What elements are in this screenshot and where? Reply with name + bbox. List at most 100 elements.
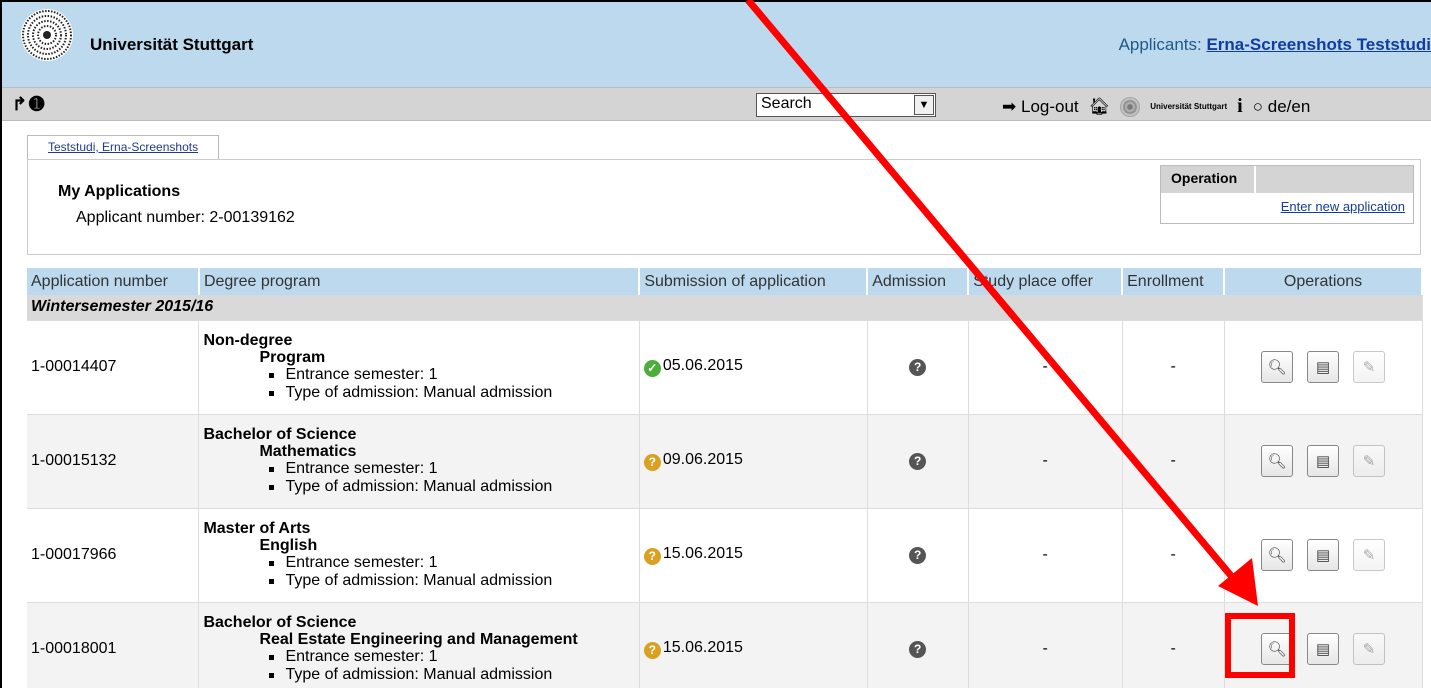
application-number: 1-00018001 (27, 602, 200, 688)
entrance-semester: Entrance semester: 1 (203, 366, 634, 384)
entrance-semester: Entrance semester: 1 (203, 460, 634, 478)
admission-type: Type of admission: Manual admission (203, 478, 634, 496)
col-degree-program: Degree program (198, 268, 641, 295)
question-icon: ? (909, 547, 927, 564)
home-icon[interactable]: 🏠︎ (1089, 97, 1111, 117)
operation-box: Operation Enter new application (1160, 165, 1414, 224)
view-application-button[interactable]: 🔍︎ (1261, 351, 1294, 383)
university-logo-icon (21, 9, 73, 61)
print-application-button[interactable]: ▤ (1307, 351, 1340, 383)
admission-cell: ? (867, 602, 969, 688)
entrance-semester: Entrance semester: 1 (203, 648, 634, 666)
question-icon: ? (643, 454, 661, 471)
logout-label: Log-out (1020, 96, 1079, 116)
submission-cell: ✓ 05.06.2015 (639, 320, 868, 415)
view-application-button[interactable]: 🔍︎ (1261, 445, 1294, 477)
logout-button[interactable]: ➡ Log-out (1002, 97, 1079, 117)
submission-cell: ? 09.06.2015 (639, 414, 868, 509)
page-frame: Universität Stuttgart Applicants: Erna-S… (2, 2, 1431, 688)
annotation-highlight-box (1225, 613, 1295, 678)
col-application-number: Application number (27, 268, 200, 295)
operations-cell: 🔍︎ ▤ ✎ (1224, 320, 1423, 415)
question-icon: ? (643, 548, 661, 565)
search-value: Search (761, 95, 812, 112)
degree-program-cell: Bachelor of Science Mathematics Entrance… (198, 414, 640, 509)
pencil-icon: ✎ (1362, 453, 1376, 470)
table-row: 1-00017966 Master of Arts English Entran… (27, 508, 1423, 603)
program-name: English (259, 537, 318, 554)
admission-type: Type of admission: Manual admission (203, 666, 634, 684)
table-row: 1-00015132 Bachelor of Science Mathemati… (27, 414, 1423, 509)
col-submission: Submission of application (639, 268, 869, 295)
col-operations: Operations (1224, 268, 1423, 295)
operation-title: Operation (1161, 166, 1254, 193)
admission-cell: ? (867, 320, 969, 415)
operation-spacer (1254, 166, 1413, 193)
document-icon: ▤ (1315, 641, 1331, 658)
university-small-logo-icon[interactable] (1120, 96, 1141, 117)
edit-application-button[interactable]: ✎ (1353, 633, 1386, 665)
info-icon[interactable]: i (1237, 95, 1243, 118)
semester-row: Wintersemester 2015/16 (27, 295, 1423, 321)
edit-application-button[interactable]: ✎ (1353, 539, 1386, 571)
view-application-button[interactable]: 🔍︎ (1261, 539, 1294, 571)
enrollment: - (1122, 602, 1225, 688)
degree-name: Master of Arts (203, 520, 311, 537)
operations-cell: 🔍︎ ▤ ✎ (1224, 508, 1423, 603)
question-icon: ? (909, 453, 927, 470)
tab-label: Teststudi, Erna-Screenshots (48, 140, 199, 154)
submission-cell: ? 15.06.2015 (639, 602, 868, 688)
logout-icon: ➡ (1002, 96, 1017, 116)
edit-application-button[interactable]: ✎ (1353, 351, 1386, 383)
submission-cell: ? 15.06.2015 (639, 508, 868, 603)
col-study-place-offer: Study place offer (968, 268, 1124, 295)
pencil-icon: ✎ (1362, 359, 1376, 376)
operation-header: Operation (1161, 166, 1413, 193)
col-admission: Admission (867, 268, 970, 295)
language-switch[interactable]: ○ de/en (1253, 97, 1311, 117)
question-icon: ? (643, 642, 661, 659)
study-place-offer: - (968, 414, 1123, 509)
applicants-label: Applicants: Erna-Screenshots Teststudi (1119, 35, 1431, 55)
university-small-label: Universität Stuttgart (1150, 102, 1228, 111)
degree-name: Non-degree (203, 332, 293, 349)
search-select[interactable]: Search ▼ (756, 93, 936, 117)
submission-date: 09.06.2015 (662, 451, 743, 468)
submission-date: 15.06.2015 (662, 545, 743, 562)
semester-label: Wintersemester 2015/16 (27, 295, 1423, 321)
degree-program-cell: Bachelor of Science Real Estate Engineer… (198, 602, 640, 688)
enter-new-application-link[interactable]: Enter new application (1161, 193, 1413, 214)
program-name: Program (259, 349, 326, 366)
chevron-down-icon[interactable]: ▼ (914, 95, 934, 115)
forward-icon[interactable]: ↱ (12, 94, 29, 114)
application-number: 1-00014407 (27, 320, 200, 415)
submission-date: 15.06.2015 (662, 639, 743, 656)
play-icon[interactable]: ➊ (29, 94, 46, 114)
language-label: de/en (1267, 96, 1311, 116)
applications-table: Application number Degree program Submis… (27, 268, 1423, 688)
program-name: Mathematics (259, 443, 357, 460)
admission-type: Type of admission: Manual admission (203, 572, 634, 590)
toolbar: ↱➊ Search ▼ ➡ Log-out 🏠︎ Universität Stu… (2, 87, 1431, 121)
admission-cell: ? (867, 414, 969, 509)
study-place-offer: - (968, 602, 1123, 688)
degree-program-cell: Master of Arts English Entrance semester… (198, 508, 640, 603)
study-place-offer: - (968, 320, 1123, 415)
magnifier-icon: 🔍︎ (1267, 359, 1287, 376)
document-icon: ▤ (1315, 453, 1331, 470)
table-row: 1-00014407 Non-degree Program Entrance s… (27, 320, 1423, 415)
degree-name: Bachelor of Science (203, 426, 357, 443)
magnifier-icon: 🔍︎ (1267, 547, 1287, 564)
admission-cell: ? (867, 508, 969, 603)
applicant-name-link[interactable]: Erna-Screenshots Teststudi (1206, 35, 1431, 54)
print-application-button[interactable]: ▤ (1307, 539, 1340, 571)
speech-bubble-icon: ○ (1252, 96, 1263, 116)
edit-application-button[interactable]: ✎ (1353, 445, 1386, 477)
print-application-button[interactable]: ▤ (1307, 633, 1340, 665)
enrollment: - (1122, 508, 1225, 603)
question-icon: ? (909, 641, 927, 658)
applicants-prefix: Applicants: (1118, 35, 1202, 54)
tab-applicant[interactable]: Teststudi, Erna-Screenshots (27, 135, 220, 159)
header-bar: Universität Stuttgart Applicants: Erna-S… (2, 2, 1431, 87)
print-application-button[interactable]: ▤ (1307, 445, 1340, 477)
